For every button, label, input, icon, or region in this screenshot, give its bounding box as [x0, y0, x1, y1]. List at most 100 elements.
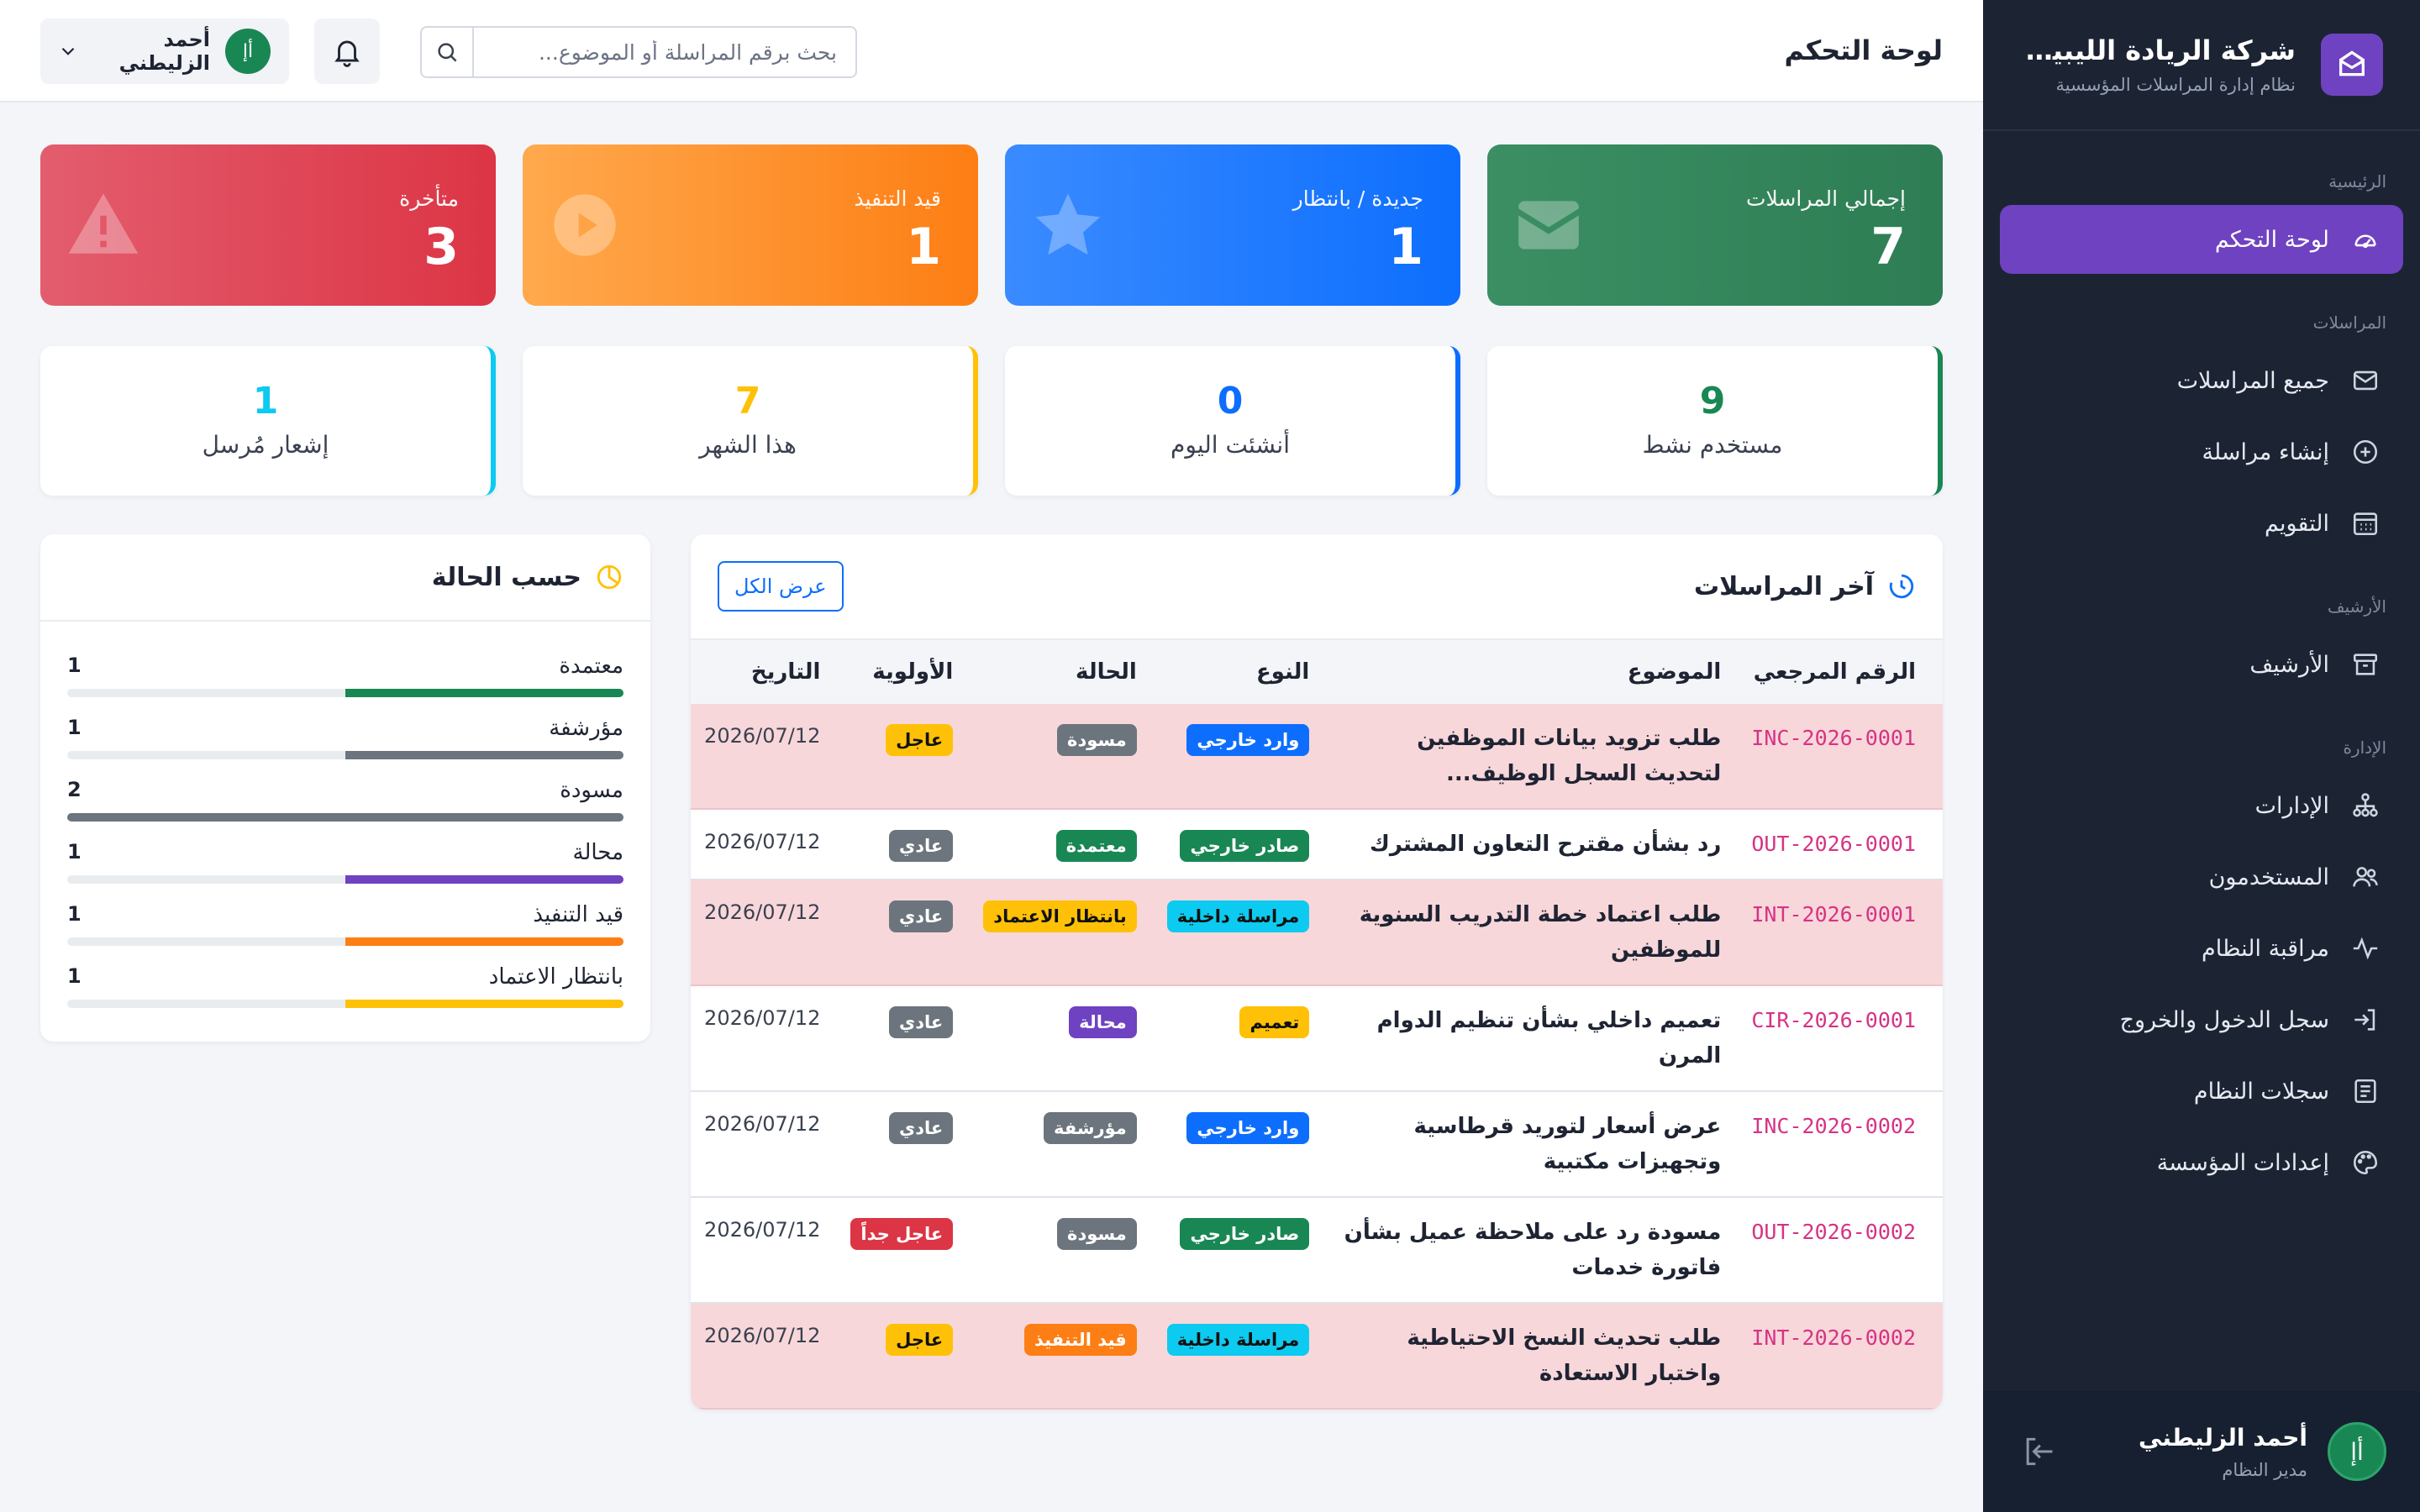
search-button[interactable] — [422, 28, 474, 76]
palette-icon — [2351, 1148, 2380, 1177]
sidebar-item-label: سجل الدخول والخروج — [2119, 1006, 2329, 1033]
mini-stat-value: 0 — [1217, 380, 1244, 423]
date: 2026/07/12 — [704, 830, 821, 853]
table-row[interactable]: INT-2026-0002 طلب تحديث النسخ الاحتياطية … — [691, 1303, 1943, 1410]
mini-stat-value: 1 — [252, 380, 279, 423]
subject: طلب اعتماد خطة التدريب السنوية للموظفين — [1324, 879, 1737, 986]
sitemap-icon — [2351, 791, 2380, 820]
subject: مسودة رد على ملاحظة عميل بشأن فاتورة خدم… — [1344, 1220, 1722, 1280]
calendar-icon — [2351, 509, 2380, 538]
sidebar-item-all-correspondence[interactable]: جميع المراسلات — [2000, 346, 2403, 415]
recent-correspondence-card: آخر المراسلات عرض الكل الرقم المرجعي الم… — [691, 534, 1943, 1410]
status-badge: محالة — [1069, 1006, 1137, 1038]
sidebar-item-org-settings[interactable]: إعدادات المؤسسة — [2000, 1128, 2403, 1197]
priority-badge: عاجل — [886, 1324, 954, 1356]
nav-section-admin: الإدارة — [2343, 738, 2386, 758]
sidebar-item-create-correspondence[interactable]: إنشاء مراسلة — [2000, 417, 2403, 486]
avatar: أإ — [225, 29, 271, 74]
mini-stat-created-today: 0 أنشئت اليوم — [1005, 346, 1460, 496]
status-progress-track — [67, 751, 623, 759]
table-row[interactable]: OUT-2026-0002 مسودة رد على ملاحظة عميل بش… — [691, 1197, 1943, 1303]
table-row[interactable]: INT-2026-0001 طلب اعتماد خطة التدريب السن… — [691, 879, 1943, 986]
status-progress-track — [67, 1000, 623, 1008]
user-menu-button[interactable]: أإ أحمد الزليطني — [40, 18, 289, 84]
reference-number[interactable]: INT-2026-0001 — [1736, 879, 1943, 986]
reference-number[interactable]: INC-2026-0001 — [1736, 704, 1943, 810]
status-progress-track — [67, 875, 623, 884]
mini-stat-label: مستخدم نشط — [1642, 431, 1783, 459]
stat-card-late: متأخرة 3 — [40, 144, 496, 306]
sidebar-item-label: سجلات النظام — [2193, 1078, 2329, 1105]
sidebar-item-login-log[interactable]: سجل الدخول والخروج — [2000, 985, 2403, 1054]
table-row[interactable]: CIR-2026-0001 تعميم داخلي بشأن تنظيم الدو… — [691, 985, 1943, 1091]
recent-correspondence-table: الرقم المرجعي الموضوع النوع الحالة الأول… — [691, 640, 1943, 1410]
type-badge: تعميم — [1239, 1006, 1310, 1038]
page-title: لوحة التحكم — [1784, 34, 1944, 66]
table-row[interactable]: INC-2026-0001 طلب تزويد بيانات الموظفين ل… — [691, 704, 1943, 810]
mini-stat-notifications-sent: 1 إشعار مُرسل — [40, 346, 496, 496]
priority-cell: عاجل — [835, 704, 969, 810]
logout-icon[interactable] — [2020, 1433, 2057, 1470]
sidebar-item-label: التقويم — [2265, 510, 2329, 537]
type-cell: مراسلة داخلية — [1151, 1303, 1325, 1410]
status-cell: معتمدة — [968, 809, 1151, 879]
mini-stat-this-month: 7 هذا الشهر — [523, 346, 978, 496]
envelope-icon — [1512, 189, 1585, 261]
status-item: مسودة 2 — [67, 778, 623, 822]
sidebar-item-label: الأرشيف — [2249, 651, 2329, 678]
status-label: معتمدة — [559, 654, 623, 679]
search-input[interactable] — [474, 28, 855, 76]
star-icon — [1030, 187, 1106, 263]
priority-badge: عادي — [889, 900, 954, 932]
sidebar-item-departments[interactable]: الإدارات — [2000, 771, 2403, 840]
status-progress-track — [67, 689, 623, 697]
user-menu-name: أحمد الزليطني — [118, 28, 210, 75]
stat-card-total: إجمالي المراسلات 7 — [1487, 144, 1943, 306]
pie-chart-icon — [595, 563, 623, 591]
type-cell: مراسلة داخلية — [1151, 879, 1325, 986]
avatar: أإ — [2328, 1422, 2386, 1481]
status-label: مؤرشفة — [549, 716, 623, 741]
type-cell: تعميم — [1152, 985, 1325, 1091]
search-icon — [434, 39, 460, 65]
priority-cell: عادي — [835, 879, 969, 986]
status-label: قيد التنفيذ — [533, 902, 623, 927]
mini-stat-label: إشعار مُرسل — [202, 431, 329, 459]
chevron-down-icon — [57, 40, 79, 62]
sidebar-item-dashboard[interactable]: لوحة التحكم — [2000, 205, 2403, 274]
table-row[interactable]: OUT-2026-0001 رد بشأن مقترح التعاون المشت… — [691, 809, 1943, 879]
reference-number[interactable]: CIR-2026-0001 — [1736, 985, 1943, 1091]
reference-number[interactable]: INT-2026-0002 — [1736, 1303, 1943, 1410]
column-header: الأولوية — [872, 659, 954, 685]
mini-stat-label: هذا الشهر — [699, 431, 797, 459]
date: 2026/07/12 — [691, 704, 836, 810]
sidebar-item-archive[interactable]: الأرشيف — [2000, 630, 2403, 699]
table-row[interactable]: INC-2026-0002 عرض أسعار لتوريد قرطاسية وت… — [691, 1091, 1943, 1197]
stat-cards: إجمالي المراسلات 7 جديدة / بانتظار 1 قيد… — [40, 144, 1943, 306]
sidebar-item-calendar[interactable]: التقويم — [2000, 489, 2403, 558]
sidebar-item-system-monitor[interactable]: مراقبة النظام — [2000, 914, 2403, 983]
date: 2026/07/12 — [704, 1112, 821, 1136]
sidebar-user-role: مدير النظام — [2222, 1459, 2307, 1480]
view-all-button[interactable]: عرض الكل — [718, 561, 844, 612]
type-cell: وارد خارجي — [1151, 704, 1325, 810]
type-cell: صادر خارجي — [1152, 809, 1325, 879]
mini-stat-value: 7 — [734, 380, 761, 423]
stat-card-in-progress: قيد التنفيذ 1 — [523, 144, 978, 306]
bell-icon — [331, 35, 363, 67]
status-item: بانتظار الاعتماد 1 — [67, 964, 623, 1008]
reference-number[interactable]: OUT-2026-0002 — [1736, 1197, 1943, 1303]
sidebar-user: أإ أحمد الزليطني مدير النظام — [1983, 1391, 2420, 1512]
notifications-button[interactable] — [314, 18, 380, 84]
sidebar-item-users[interactable]: المستخدمون — [2000, 843, 2403, 911]
reference-number[interactable]: INC-2026-0002 — [1736, 1091, 1943, 1197]
priority-badge: عادي — [889, 830, 954, 862]
status-label: مسودة — [560, 778, 623, 803]
sidebar-item-system-logs[interactable]: سجلات النظام — [2000, 1057, 2403, 1126]
status-progress-fill — [345, 875, 623, 884]
clock-history-icon — [1887, 572, 1916, 601]
play-icon — [548, 188, 622, 262]
status-badge: مؤرشفة — [1044, 1112, 1137, 1144]
sidebar-item-label: المستخدمون — [2208, 864, 2329, 890]
reference-number[interactable]: OUT-2026-0001 — [1736, 809, 1943, 879]
